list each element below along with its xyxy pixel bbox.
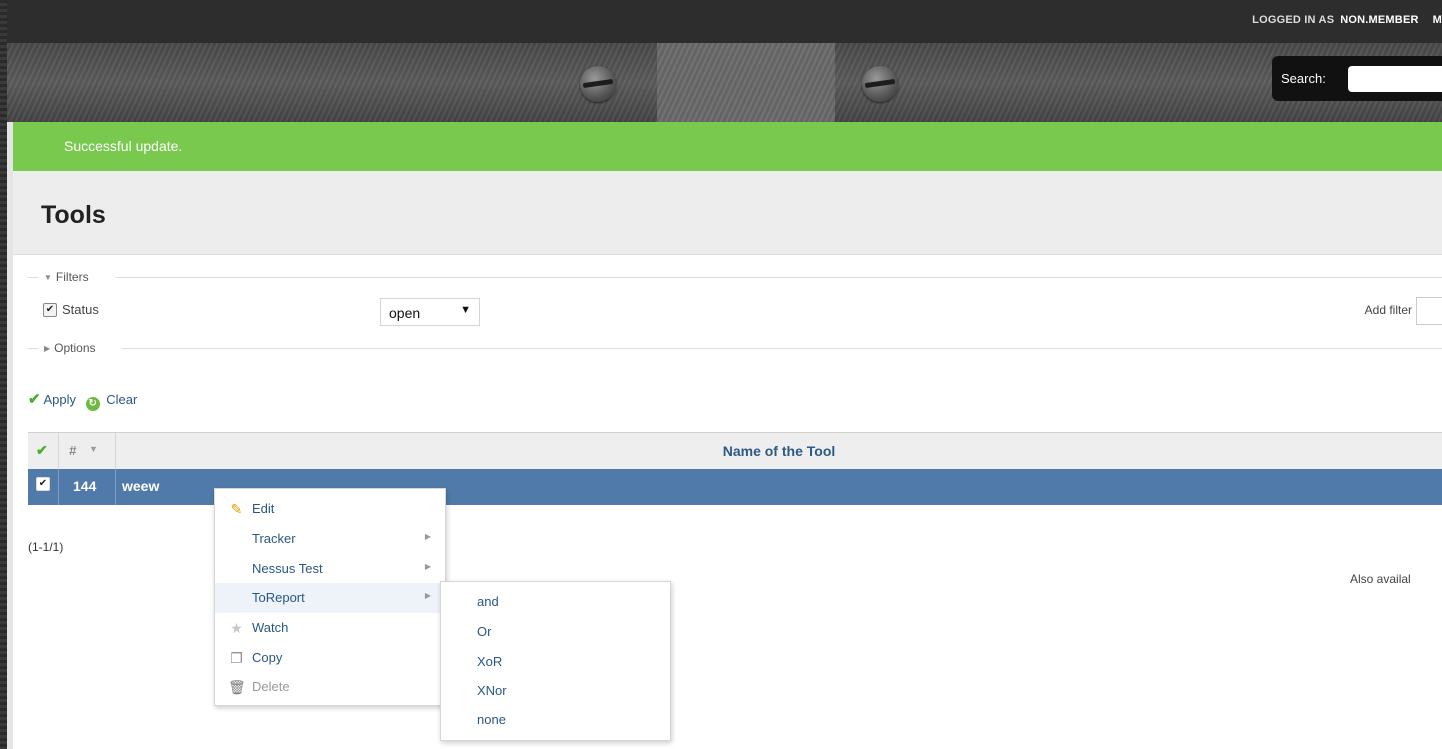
submenu-item-and[interactable]: and	[477, 594, 499, 609]
add-filter-label: Add filter	[1364, 303, 1412, 317]
top-menu-truncated-item[interactable]: M	[1433, 14, 1442, 26]
id-column-label: #	[69, 443, 77, 458]
context-menu-copy-label: Copy	[252, 650, 283, 665]
context-menu-delete[interactable]: 🗑 Delete	[215, 672, 445, 702]
toreport-submenu: and Or XoR XNor none	[440, 581, 671, 741]
context-menu-edit[interactable]: ✎ Edit	[215, 494, 445, 524]
fieldset-border	[116, 277, 1442, 278]
submenu-item-xor[interactable]: XoR	[477, 654, 502, 669]
dropdown-arrow-icon: ▼	[460, 304, 471, 316]
submenu-arrow-icon: ▶	[424, 532, 431, 541]
filters-legend[interactable]: ▼ Filters	[44, 270, 89, 284]
search-input[interactable]	[1348, 66, 1442, 92]
query-actions: ✔ Apply ↻ Clear	[28, 390, 137, 411]
name-column-header[interactable]: Name of the Tool	[116, 443, 1442, 459]
toggle-all-check-icon: ✔	[36, 442, 48, 458]
search-label: Search:	[1281, 71, 1326, 86]
context-menu-tracker[interactable]: Tracker ▶	[215, 524, 445, 554]
row-checkbox[interactable]: ✔	[36, 477, 50, 491]
quick-search: Search:	[1272, 56, 1442, 101]
page-title: Tools	[41, 201, 106, 229]
site-header: Search:	[7, 43, 1442, 122]
row-id[interactable]: 144	[73, 478, 96, 494]
pencil-icon: ✎	[230, 501, 243, 517]
filters-legend-label: Filters	[55, 270, 89, 284]
flash-message: Successful update.	[64, 138, 183, 154]
context-menu-watch-label: Watch	[252, 620, 289, 635]
context-menu-toreport[interactable]: ToReport ▶	[215, 583, 445, 613]
context-menu-edit-label: Edit	[252, 501, 275, 516]
pagination-count: (1-1/1)	[28, 540, 64, 554]
submenu-item-or[interactable]: Or	[477, 624, 491, 639]
status-filter-label: Status	[62, 302, 99, 317]
top-menu-bar: LOGGED IN AS NON.MEMBER M	[7, 0, 1442, 43]
collapse-triangle-icon: ▼	[44, 273, 52, 282]
row-select-cell: ✔	[28, 469, 59, 505]
options-legend[interactable]: ▶ Options	[44, 341, 96, 355]
issues-table-header: ✔ # ▼ Name of the Tool	[28, 432, 1442, 470]
context-menu: ✎ Edit Tracker ▶ Nessus Test ▶ ToReport …	[214, 488, 446, 706]
apply-link[interactable]: Apply	[43, 392, 76, 407]
also-available-formats: Also availal	[1350, 572, 1411, 586]
context-menu-watch[interactable]: ★ Watch	[215, 613, 445, 643]
context-menu-toreport-label: ToReport	[252, 590, 305, 605]
options-legend-label: Options	[54, 341, 96, 355]
id-column-header[interactable]: # ▼	[59, 433, 116, 469]
expand-triangle-icon: ▶	[44, 344, 51, 353]
apply-check-icon: ✔	[28, 391, 41, 408]
submenu-item-none[interactable]: none	[477, 712, 506, 727]
username-link[interactable]: NON.MEMBER	[1340, 14, 1418, 26]
fieldset-border	[122, 348, 1442, 349]
flash-notice: Successful update.	[13, 122, 1442, 171]
submenu-arrow-icon: ▶	[424, 562, 431, 571]
context-menu-tracker-label: Tracker	[252, 531, 296, 546]
logged-in-label: LOGGED IN AS	[1252, 14, 1335, 26]
status-select-value: open	[389, 305, 421, 321]
row-name[interactable]: weew	[122, 478, 159, 494]
copy-icon: ❐	[230, 650, 243, 666]
screw-decoration-icon	[862, 66, 898, 102]
toggle-all-column[interactable]: ✔	[28, 433, 59, 469]
submenu-item-xnor[interactable]: XNor	[477, 683, 507, 698]
clear-link[interactable]: Clear	[106, 392, 137, 407]
screw-decoration-icon	[580, 66, 616, 102]
trash-icon: 🗑	[228, 679, 246, 695]
header-center-plate	[657, 43, 835, 122]
status-operator-select[interactable]: open ▼	[380, 298, 480, 326]
title-bar: Tools	[13, 171, 1442, 255]
window-left-edge	[0, 0, 7, 749]
context-menu-copy[interactable]: ❐ Copy	[215, 643, 445, 673]
add-filter-select[interactable]	[1416, 297, 1442, 325]
fieldset-border	[28, 348, 38, 349]
context-menu-nessus-test[interactable]: Nessus Test ▶	[215, 554, 445, 584]
status-filter-checkbox[interactable]: ✔	[43, 303, 57, 317]
context-menu-nessus-test-label: Nessus Test	[252, 561, 323, 576]
fieldset-border	[28, 277, 38, 278]
context-menu-delete-label: Delete	[252, 679, 290, 694]
submenu-arrow-icon: ▶	[424, 591, 431, 600]
reload-icon: ↻	[85, 397, 100, 411]
sort-desc-icon: ▼	[89, 444, 98, 454]
star-icon: ★	[230, 620, 243, 636]
logged-in-as: LOGGED IN AS NON.MEMBER M	[1252, 14, 1442, 26]
